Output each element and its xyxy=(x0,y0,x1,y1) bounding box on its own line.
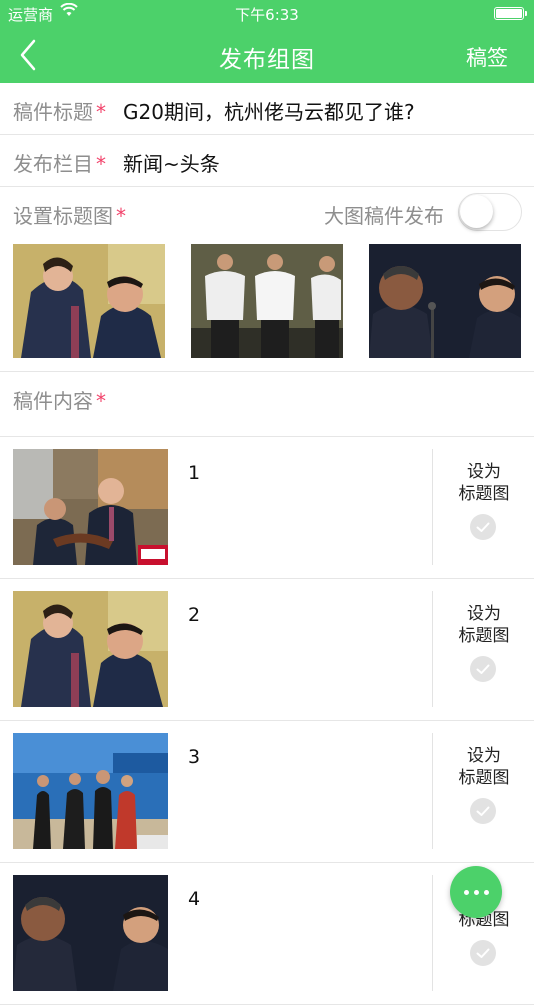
column-select[interactable]: 新闻~头条 xyxy=(123,148,220,177)
cover-label: 设置标题图 * xyxy=(13,204,126,228)
more-dots-icon xyxy=(464,890,469,895)
toggle-knob xyxy=(460,195,493,228)
content-label: 稿件内容 * xyxy=(13,389,106,413)
content-row: 稿件内容 * xyxy=(0,372,534,437)
item-number: 4 xyxy=(188,888,201,910)
item-divider xyxy=(432,875,433,991)
cover-thumb-1[interactable] xyxy=(13,244,165,358)
title-input[interactable]: G20期间，杭州佬马云都见了谁? xyxy=(123,96,415,125)
cover-thumb-3[interactable] xyxy=(369,244,521,358)
item-number: 3 xyxy=(188,746,201,768)
header: 运营商 下午6:33 发布组图 稿签 xyxy=(0,0,534,83)
clock-label: 下午6:33 xyxy=(235,6,299,24)
item-image[interactable] xyxy=(13,875,168,991)
status-bar: 运营商 下午6:33 xyxy=(0,0,534,28)
required-mark: * xyxy=(96,100,106,124)
check-icon[interactable] xyxy=(470,514,496,540)
column-label: 发布栏目 * xyxy=(13,152,106,176)
item-image[interactable] xyxy=(13,449,168,565)
content-item: 3 设为 标题图 xyxy=(0,721,534,863)
nav-bar: 发布组图 稿签 xyxy=(0,28,534,83)
content-item: 2 设为 标题图 xyxy=(0,579,534,721)
bigimg-label: 大图稿件发布 xyxy=(324,204,444,228)
check-icon[interactable] xyxy=(470,656,496,682)
required-mark: * xyxy=(96,389,106,413)
more-dots-icon xyxy=(484,890,489,895)
draft-tag-button[interactable]: 稿签 xyxy=(466,42,508,72)
check-icon[interactable] xyxy=(470,798,496,824)
column-row: 发布栏目 * 新闻~头条 xyxy=(0,135,534,187)
page-title: 发布组图 xyxy=(219,47,315,73)
item-number: 2 xyxy=(188,604,201,626)
required-mark: * xyxy=(96,152,106,176)
item-image[interactable] xyxy=(13,591,168,707)
content-item: 1 设为 标题图 xyxy=(0,437,534,579)
required-mark: * xyxy=(116,204,126,228)
set-cover-button[interactable]: 设为标题图 xyxy=(434,745,534,789)
item-divider xyxy=(432,733,433,849)
more-dots-icon xyxy=(474,890,479,895)
item-divider xyxy=(432,449,433,565)
item-number: 1 xyxy=(188,462,201,484)
set-cover-button[interactable]: 设为标题图 xyxy=(434,461,534,505)
battery-icon xyxy=(494,7,527,20)
check-icon[interactable] xyxy=(470,940,496,966)
title-row: 稿件标题 * G20期间，杭州佬马云都见了谁? xyxy=(0,83,534,135)
more-button[interactable] xyxy=(450,866,502,918)
item-image[interactable] xyxy=(13,733,168,849)
bigimg-toggle[interactable] xyxy=(458,193,522,231)
item-divider xyxy=(432,591,433,707)
set-cover-button[interactable]: 设为标题图 xyxy=(434,603,534,647)
title-label: 稿件标题 * xyxy=(13,100,106,124)
cover-thumb-2[interactable] xyxy=(191,244,343,358)
